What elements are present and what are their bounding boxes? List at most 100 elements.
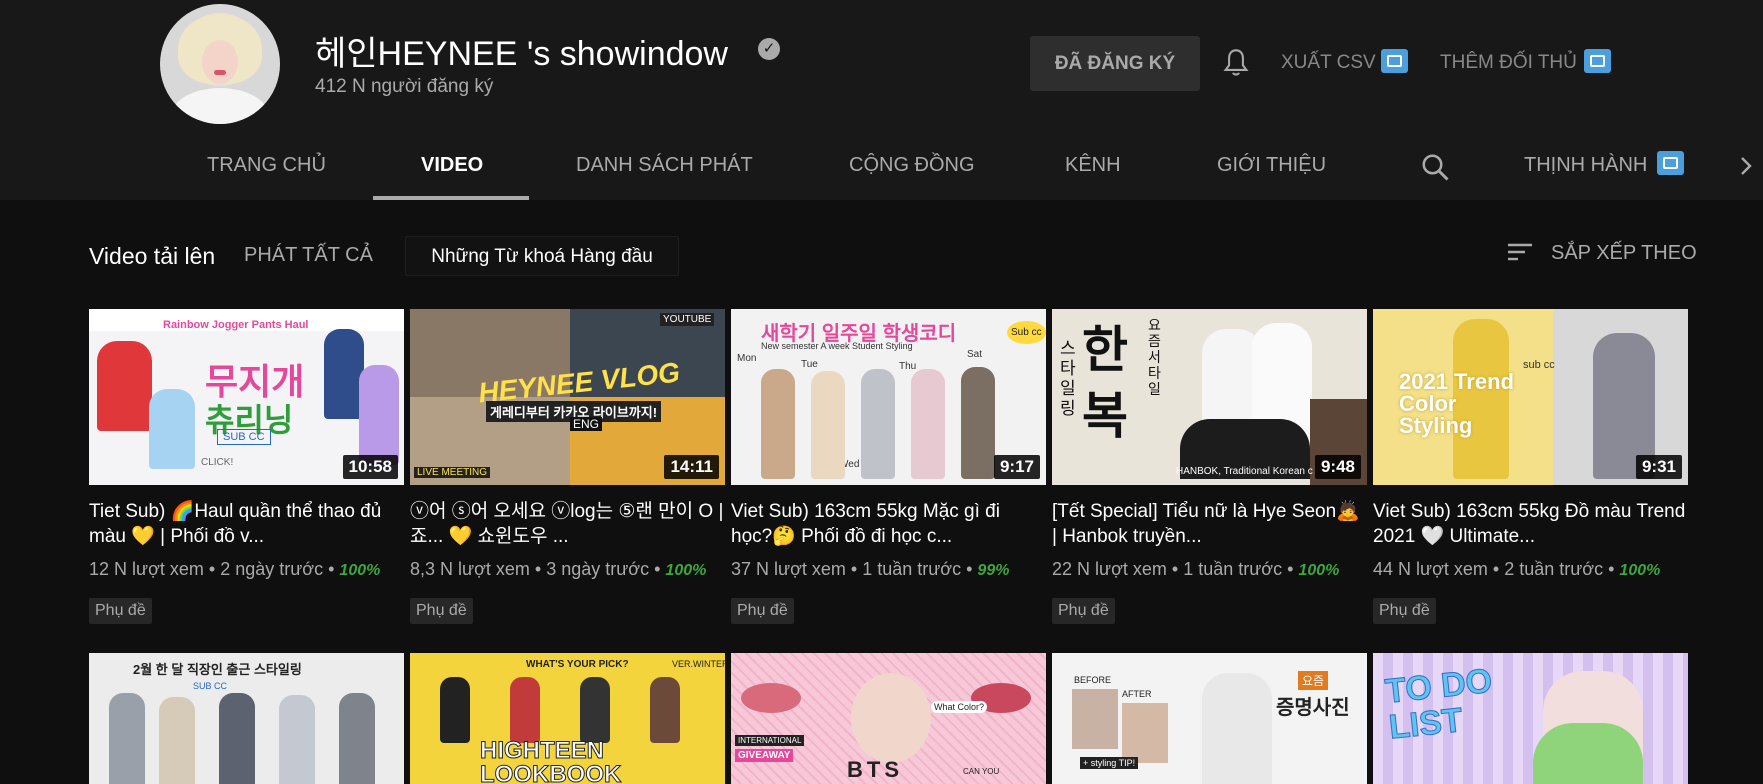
thumb-text: 요즘서타일: [1148, 317, 1161, 397]
thumb-text: Rainbow Jogger Pants Haul: [163, 319, 309, 331]
view-count: 22 N lượt xem: [1052, 559, 1167, 579]
video-title[interactable]: ⓥ어 ⓢ어 오세요 ⓥlog는 ⑤랜 만이 O | 죠... 💛 쇼윈도우 ..…: [410, 499, 725, 549]
video-thumbnail[interactable]: 새학기 일주일 학생코디 New semester A week Student…: [731, 309, 1046, 485]
thumb-text: ENG: [570, 417, 603, 431]
subscribed-button[interactable]: ĐÃ ĐĂNG KÝ: [1030, 36, 1200, 91]
video-thumbnail[interactable]: What Color? INTERNATIONAL GIVEAWAY BTS C…: [731, 653, 1046, 784]
subscriber-count: 412 N người đăng ký: [315, 76, 494, 97]
sort-icon[interactable]: [1506, 240, 1534, 264]
verified-check-icon: ✓: [758, 38, 780, 60]
thumb-text: BEFORE: [1074, 675, 1112, 685]
uploads-title: Video tải lên: [89, 243, 216, 269]
video-title[interactable]: [Tết Special] Tiểu nữ là Hye Seon🙇 | Han…: [1052, 499, 1367, 549]
vidiq-score: 99%: [977, 562, 1010, 579]
thumb-text: What Color?: [931, 701, 988, 713]
sort-by-button[interactable]: SẮP XẾP THEO: [1551, 242, 1697, 265]
subtitles-badge: Phụ đề: [1052, 598, 1115, 624]
tab-playlists[interactable]: DANH SÁCH PHÁT: [576, 154, 753, 177]
thumb-text: WHAT'S YOUR PICK?: [526, 659, 629, 670]
thumb-text: 한복: [1082, 322, 1128, 444]
tab-trending[interactable]: THỊNH HÀNH: [1524, 154, 1647, 177]
export-csv-button[interactable]: XUẤT CSV: [1281, 52, 1376, 74]
video-thumbnail[interactable]: BEFORE AFTER + styling TIP! 요즘 증명사진: [1052, 653, 1367, 784]
search-icon[interactable]: [1420, 152, 1450, 182]
thumb-text: CLICK!: [201, 457, 234, 468]
view-count: 37 N lượt xem: [731, 559, 846, 579]
avatar-body: [170, 88, 270, 124]
thumb-text: CAN YOU: [963, 767, 1000, 776]
video-thumbnail[interactable]: TO DO LIST: [1373, 653, 1688, 784]
vidiq-score: 100%: [339, 562, 381, 579]
top-keywords-button[interactable]: Những Từ khoá Hàng đầu: [405, 236, 679, 276]
video-duration: 14:11: [664, 455, 719, 479]
video-meta: 44 N lượt xem • 2 tuần trước • 100%: [1373, 559, 1661, 579]
thumb-text: SUB CC: [217, 429, 271, 445]
thumb-text: BTS: [847, 757, 903, 782]
thumb-text: Sub cc: [1007, 321, 1046, 344]
video-duration: 9:31: [1635, 455, 1682, 479]
subtitles-badge: Phụ đề: [731, 598, 794, 624]
thumb-text: 2월 한 달 직장인 출근 스타일링: [133, 662, 302, 677]
upload-age: 1 tuần trước: [862, 559, 962, 579]
video-thumbnail[interactable]: Rainbow Jogger Pants Haul 무지개 츄리닝 SUB CC…: [89, 309, 404, 485]
view-count: 12 N lượt xem: [89, 559, 204, 579]
upload-age: 3 ngày trước: [546, 559, 650, 579]
thumb-text: sub cc: [1523, 359, 1555, 371]
video-title[interactable]: Viet Sub) 163cm 55kg Đồ màu Trend 2021 🤍…: [1373, 499, 1688, 549]
thumb-text: Tue: [801, 359, 818, 370]
video-meta: 37 N lượt xem • 1 tuần trước • 99%: [731, 559, 1010, 579]
thumb-text: New semester A week Student Styling: [761, 341, 913, 351]
subtitles-badge: Phụ đề: [1373, 598, 1436, 624]
thumb-text: HANBOK, Traditional Korean c: [1176, 466, 1313, 477]
play-all-button[interactable]: PHÁT TẤT CẢ: [244, 244, 373, 267]
vidiq-icon: [1657, 151, 1684, 175]
thumb-text: 요즘: [1298, 671, 1329, 690]
tab-channels[interactable]: KÊNH: [1065, 154, 1121, 177]
avatar-face: [202, 40, 238, 84]
thumb-text: YOUTUBE: [660, 313, 715, 326]
video-thumbnail[interactable]: YOUTUBE HEYNEE VLOG 게레디부터 카카오 라이브까지! ENG…: [410, 309, 725, 485]
tab-about[interactable]: GIỚI THIỆU: [1217, 154, 1326, 177]
video-duration: 9:48: [1314, 455, 1361, 479]
video-thumbnail[interactable]: 한복 스타일링 요즘서타일 HANBOK, Traditional Korean…: [1052, 309, 1367, 485]
add-competitor-button[interactable]: THÊM ĐỐI THỦ: [1440, 52, 1577, 74]
chevron-right-icon[interactable]: [1736, 154, 1756, 178]
tab-videos[interactable]: VIDEO: [421, 154, 483, 177]
thumb-text: Thu: [899, 361, 917, 372]
video-meta: 22 N lượt xem • 1 tuần trước • 100%: [1052, 559, 1340, 579]
avatar-lips: [214, 70, 226, 75]
vidiq-icon: [1381, 49, 1408, 73]
video-duration: 9:17: [993, 455, 1040, 479]
video-thumbnail[interactable]: 2월 한 달 직장인 출근 스타일링 SUB CC: [89, 653, 404, 784]
upload-age: 2 ngày trước: [220, 559, 324, 579]
thumb-text: SUB CC: [193, 681, 228, 691]
upload-age: 1 tuần trước: [1183, 559, 1283, 579]
thumb-text: 증명사진: [1276, 697, 1350, 719]
vidiq-icon: [1584, 49, 1611, 73]
tab-community[interactable]: CỘNG ĐỒNG: [849, 154, 975, 177]
active-tab-indicator: [373, 196, 529, 200]
video-thumbnail[interactable]: 2021 Trend Color Styling sub cc 9:31: [1373, 309, 1688, 485]
thumb-text: LOOKBOOK: [479, 761, 622, 784]
bell-icon[interactable]: [1222, 48, 1250, 78]
channel-tabs: TRANG CHỦ VIDEO DANH SÁCH PHÁT CỘNG ĐỒNG…: [0, 130, 1763, 200]
thumb-text: 2021 Trend Color Styling: [1399, 369, 1514, 438]
thumb-text: Sat: [967, 349, 983, 360]
view-count: 44 N lượt xem: [1373, 559, 1488, 579]
thumb-text: VER.WINTER: [672, 659, 725, 669]
tab-home[interactable]: TRANG CHỦ: [207, 154, 326, 177]
video-meta: 12 N lượt xem • 2 ngày trước • 100%: [89, 559, 381, 579]
video-title[interactable]: Viet Sub) 163cm 55kg Mặc gì đi học?🤔 Phố…: [731, 499, 1046, 549]
video-thumbnail[interactable]: WHAT'S YOUR PICK? VER.WINTER HIGHTEEN LO…: [410, 653, 725, 784]
thumb-text: 스타일링: [1060, 339, 1076, 418]
vidiq-score: 100%: [1298, 562, 1340, 579]
subtitles-badge: Phụ đề: [89, 598, 152, 624]
thumb-text: LIVE MEETING: [414, 467, 491, 478]
channel-title: 헤인HEYNEE 's showindow: [315, 35, 728, 73]
channel-avatar[interactable]: [160, 4, 280, 124]
video-title[interactable]: Tiet Sub) 🌈Haul quần thể thao đủ màu 💛 |…: [89, 499, 404, 549]
vidiq-score: 100%: [1619, 562, 1661, 579]
video-meta: 8,3 N lượt xem • 3 ngày trước • 100%: [410, 559, 707, 579]
video-duration: 10:58: [342, 455, 398, 479]
thumb-text: Mon: [737, 353, 757, 364]
